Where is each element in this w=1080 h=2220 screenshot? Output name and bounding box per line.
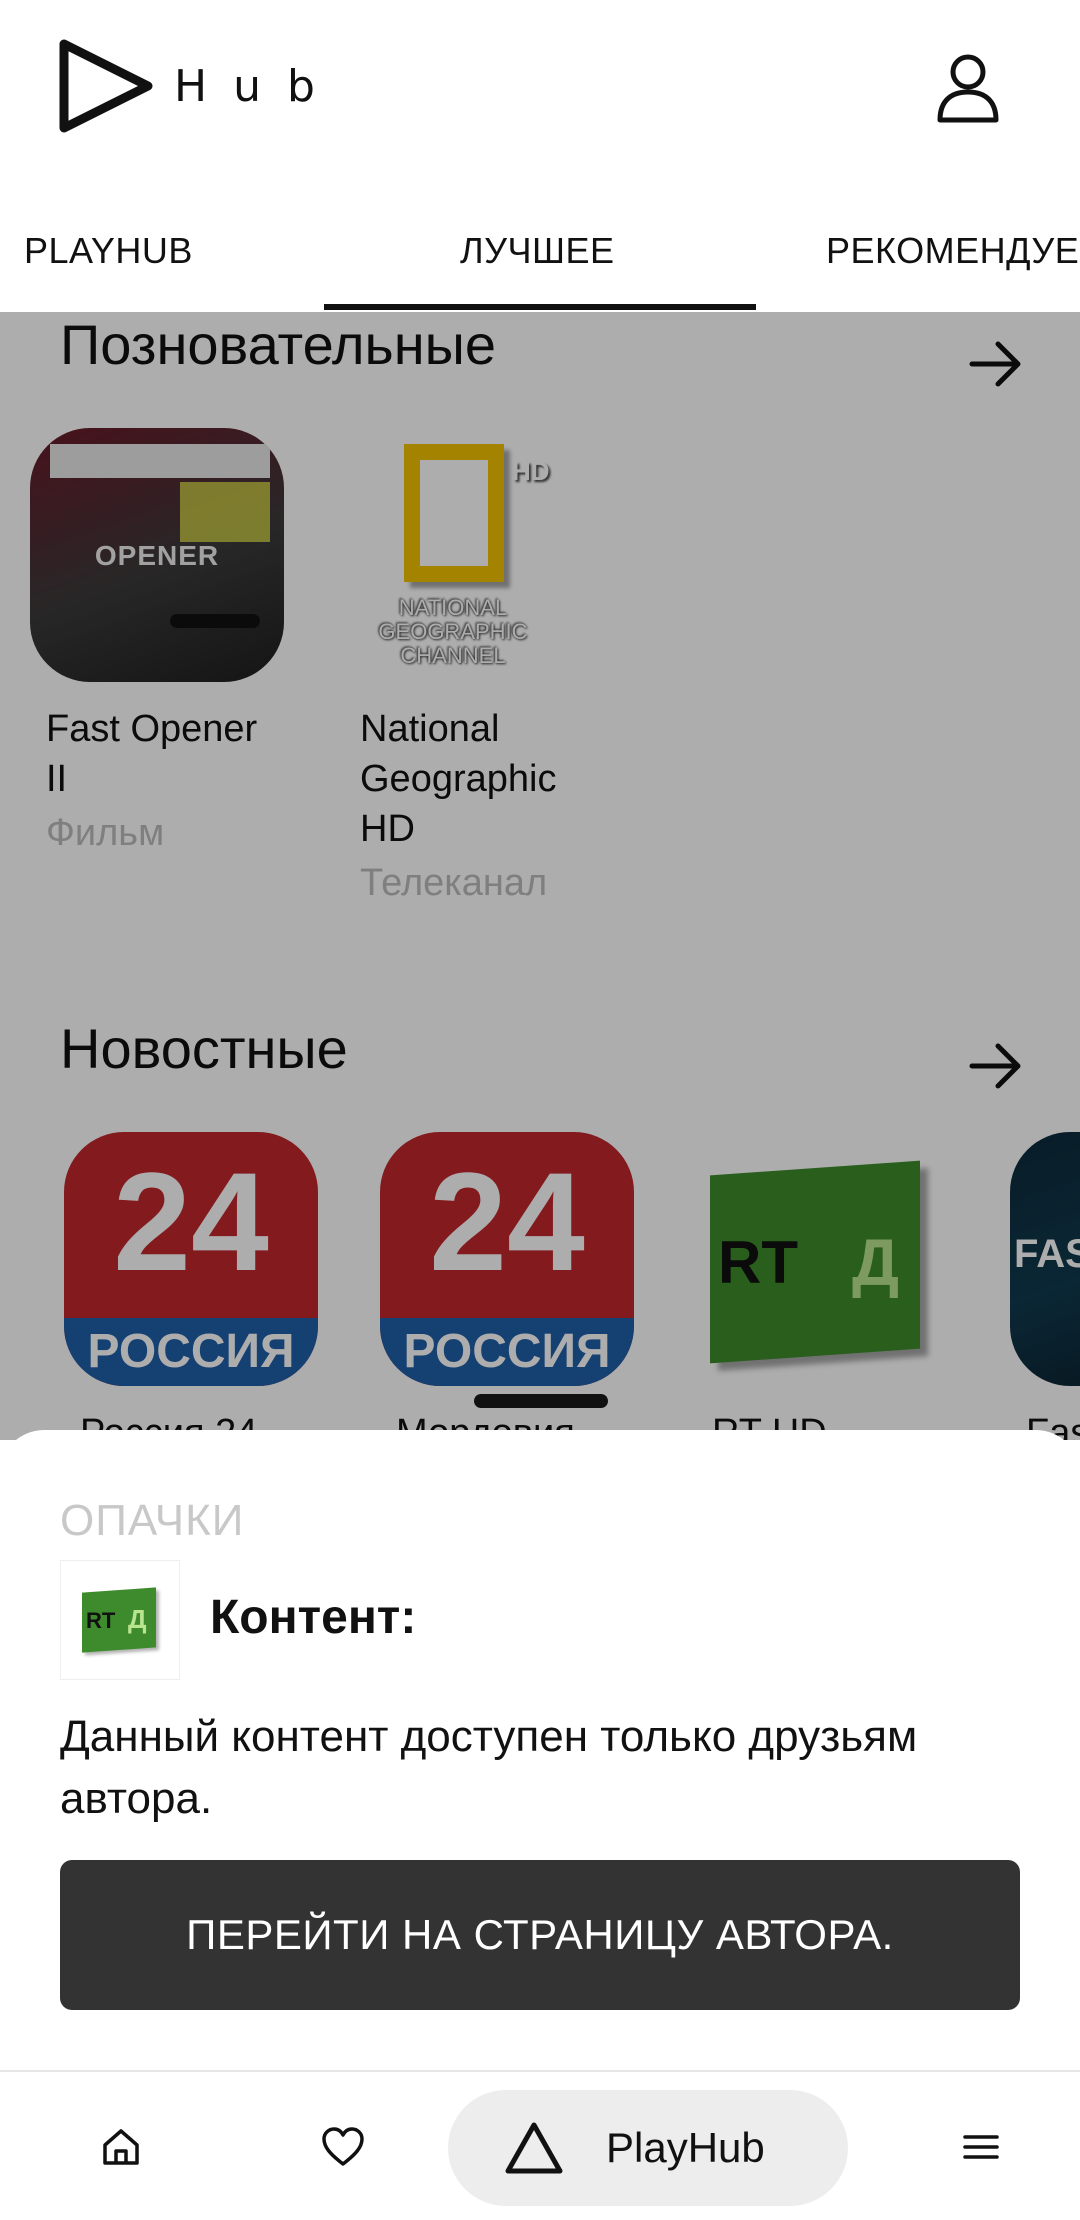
natgeo-frame (404, 444, 504, 582)
profile-button[interactable] (930, 50, 1006, 126)
nav-playhub[interactable]: PlayHub (448, 2090, 848, 2206)
nav-menu[interactable] (936, 2102, 1026, 2192)
app-logo[interactable]: Hub (56, 36, 341, 136)
tab-playhub[interactable]: PLAYHUB (24, 190, 193, 312)
user-icon (937, 54, 999, 123)
thumb-stripe (50, 444, 270, 478)
thumb-block (180, 482, 270, 542)
sheet-drag-handle[interactable] (474, 1394, 608, 1408)
thumbnail-natgeo: HD NATIONAL GEOGRAPHIC CHANNEL (346, 428, 600, 682)
rt-icon: RT Д (78, 1584, 162, 1656)
nav-home[interactable] (76, 2102, 166, 2192)
arrow-right-icon[interactable] (966, 1036, 1026, 1096)
thumb-text: FAS (1014, 1232, 1080, 1276)
section-title-news: Новостные (60, 1017, 348, 1080)
tab-recommended[interactable]: РЕКОМЕНДУЕ (826, 190, 1079, 312)
hd-badge: HD (512, 456, 550, 486)
thumb-number: 24 (113, 1143, 269, 1300)
menu-icon (963, 2135, 999, 2159)
content-card[interactable]: RT Д RT HD (696, 1132, 952, 1440)
channel-icon: RT Д (60, 1560, 180, 1680)
thumbnail-fast: FAS (1010, 1132, 1080, 1386)
section-title-educational: Позновательные (60, 313, 497, 376)
play-logo-icon (59, 39, 153, 133)
rt-icon-letter: Д (128, 1604, 147, 1634)
skateboard-shape (170, 614, 260, 628)
tab-indicator (324, 304, 756, 310)
tab-best[interactable]: ЛУЧШЕЕ (460, 190, 615, 312)
thumbnail-russia24: 24 РОССИЯ (64, 1132, 318, 1386)
sheet-heading: Контент: (210, 1591, 417, 1644)
thumb-text: RT (718, 1229, 798, 1296)
content-card[interactable]: 24 РОССИЯ Россия 24 (64, 1132, 320, 1440)
thumb-text: OPENER (94, 540, 220, 571)
home-icon (103, 2129, 139, 2165)
thumb-letter: Д (852, 1225, 900, 1299)
go-to-author-page-button[interactable]: ПЕРЕЙТИ НА СТРАНИЦУ АВТОРА. (60, 1860, 1020, 2010)
arrow-right-icon[interactable] (966, 334, 1026, 394)
nav-pill-label: PlayHub (606, 2124, 765, 2171)
content-card[interactable]: FAS Fas (1010, 1132, 1080, 1440)
triangle-icon (505, 2122, 563, 2174)
thumb-number: 24 (429, 1143, 585, 1300)
heart-icon (322, 2127, 364, 2166)
content-card[interactable]: OPENER Fast Opener II Фильм (30, 428, 286, 855)
content-card[interactable]: HD NATIONAL GEOGRAPHIC CHANNEL National … (346, 428, 600, 905)
thumbnail-fast-opener: OPENER (30, 428, 284, 682)
app-header: Hub (0, 0, 1080, 180)
card-title: National Geographic HD (360, 708, 557, 850)
nav-favorites[interactable] (298, 2102, 388, 2192)
card-title: Fast Opener II (46, 708, 258, 800)
bottom-nav: PlayHub (0, 2070, 1080, 2220)
thumb-text: РОССИЯ (64, 1318, 318, 1386)
thumb-text: РОССИЯ (380, 1318, 634, 1386)
sheet-message: Данный контент доступен только друзьям а… (60, 1712, 918, 1823)
bottom-sheet: ОПАЧКИ RT Д Контент: Данный контент дост… (0, 1430, 1080, 2070)
rt-icon-text: RT (86, 1608, 116, 1633)
thumbnail-mordovia: 24 РОССИЯ (380, 1132, 634, 1386)
card-subtitle: Фильм (46, 812, 165, 854)
natgeo-text: NATIONAL GEOGRAPHIC CHANNEL (378, 595, 528, 668)
thumbnail-rt-hd: RT Д (696, 1132, 950, 1386)
logo-text: Hub (174, 60, 341, 112)
tab-bar: PLAYHUB ЛУЧШЕЕ РЕКОМЕНДУЕ (0, 190, 1080, 312)
sheet-label: ОПАЧКИ (60, 1496, 245, 1545)
card-subtitle: Телеканал (360, 862, 548, 904)
content-feed[interactable]: Позновательные OPENER Fast Opener II Фил… (0, 312, 1080, 1440)
